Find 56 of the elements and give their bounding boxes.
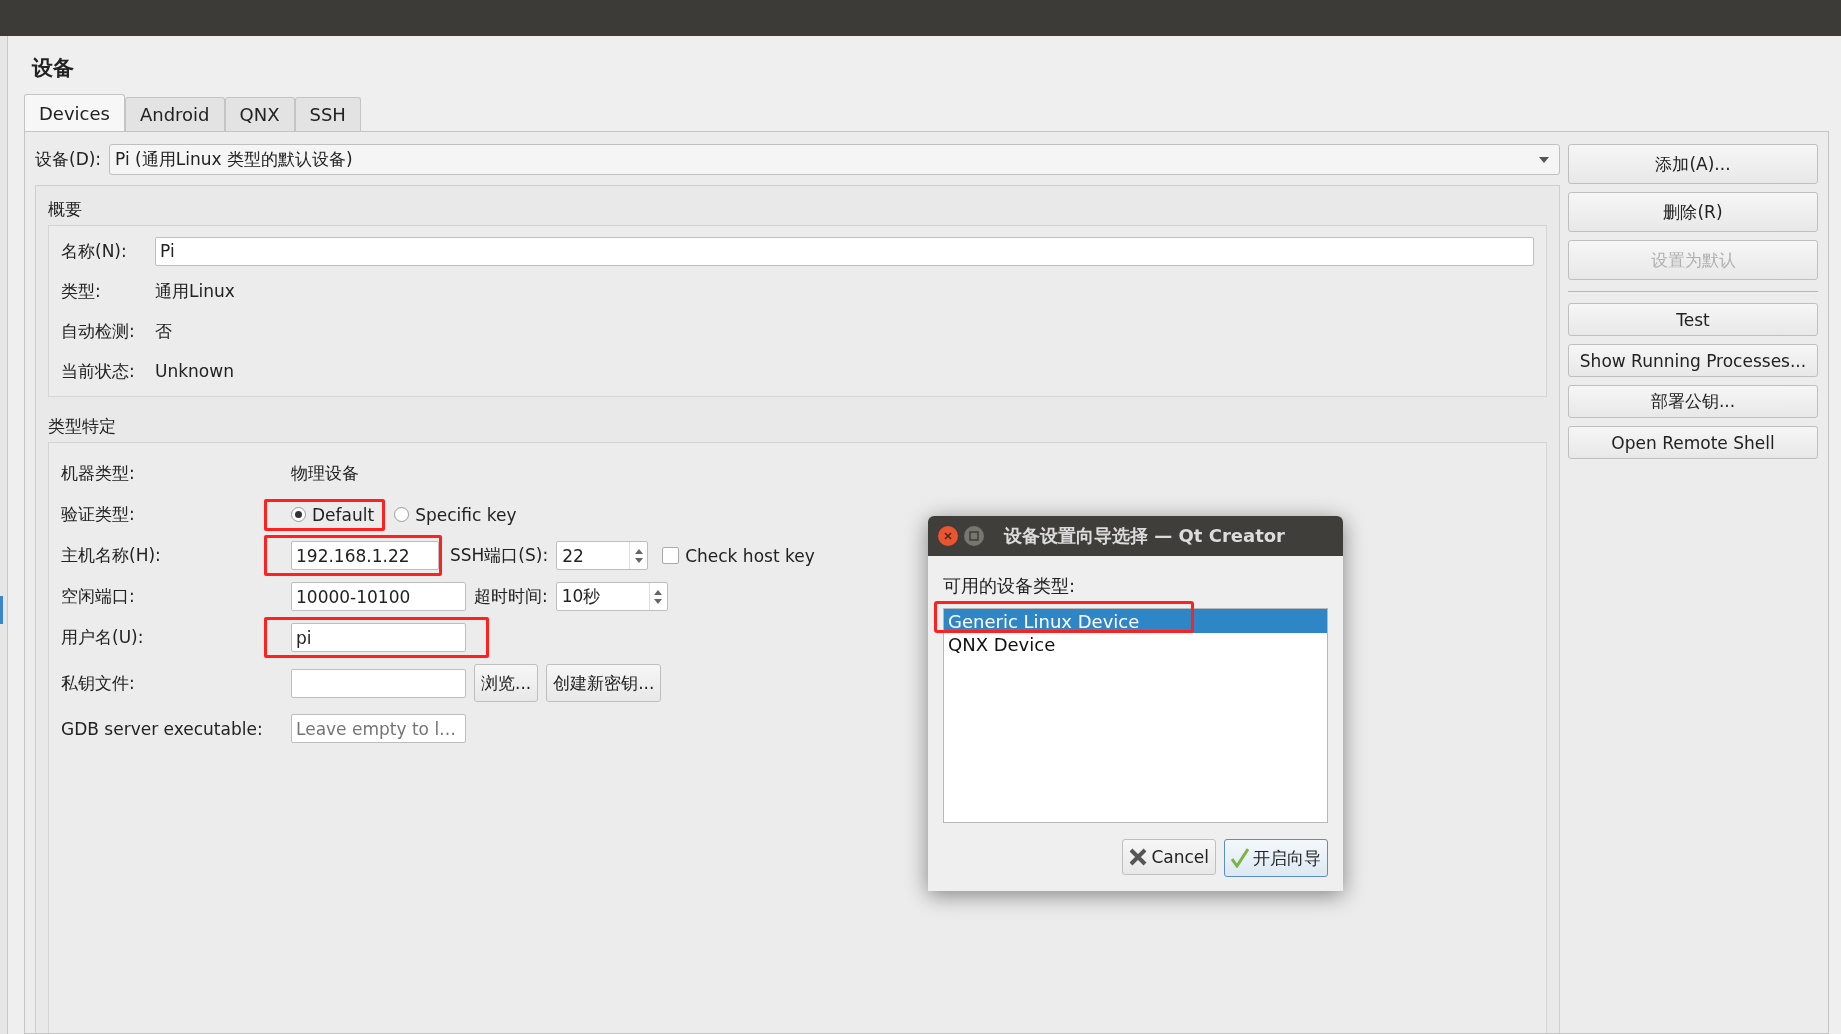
file-button[interactable]: 浏览... <box>474 664 539 702</box>
field-label: 当前状态: <box>61 359 136 383</box>
field-value: 否 <box>155 319 172 343</box>
key-file-field[interactable] <box>291 668 466 698</box>
close-icon[interactable] <box>938 526 958 546</box>
action-button[interactable]: 部署公钥... <box>1568 385 1818 418</box>
tab[interactable]: Devices <box>24 94 125 131</box>
device-label: 设备(D): <box>35 148 102 171</box>
list-item[interactable]: Generic Linux Device <box>944 609 1327 633</box>
start-wizard-button[interactable]: 开启向导 <box>1224 839 1328 877</box>
action-button[interactable]: Test <box>1568 303 1818 336</box>
timeout-spinbox[interactable]: 10秒 <box>555 582 668 611</box>
free-ports-field[interactable]: 10000-10100 <box>291 582 466 611</box>
page-title: 设备 <box>32 55 75 82</box>
list-label: 可用的设备类型: <box>943 574 1077 598</box>
device-button[interactable]: 添加(A)... <box>1568 144 1818 184</box>
action-button[interactable]: Open Remote Shell <box>1568 426 1818 459</box>
field-label: 用户名(U): <box>61 626 145 649</box>
gdb-field[interactable]: Leave empty to l… <box>291 714 466 743</box>
field-label: 名称(N): <box>61 239 128 263</box>
tab[interactable]: QNX <box>224 97 295 131</box>
action-button[interactable]: Show Running Processes... <box>1568 344 1818 377</box>
group-title: 概要 <box>48 198 83 221</box>
field-label: 主机名称(H): <box>61 544 162 567</box>
dialog-title: 设备设置向导选择 — Qt Creator <box>1004 524 1285 548</box>
cancel-button[interactable]: Cancel <box>1122 839 1216 875</box>
radio-option[interactable]: Specific key <box>394 504 517 525</box>
dropdown-arrow-icon <box>1539 156 1549 163</box>
tab[interactable]: SSH <box>294 97 361 131</box>
field-label: 私钥文件: <box>61 671 136 695</box>
field-value: 通用Linux <box>155 279 235 303</box>
field-label: 空闲端口: <box>61 585 136 608</box>
device-dropdown[interactable]: Pi (通用Linux 类型的默认设备) <box>109 144 1560 175</box>
field-label: 类型: <box>61 279 102 303</box>
device-button[interactable]: 删除(R) <box>1568 192 1818 232</box>
field-label: 自动检测: <box>61 319 136 343</box>
field-label: SSH端口(S): <box>450 544 549 567</box>
group-title: 类型特定 <box>48 415 117 438</box>
field-label: 超时时间: <box>474 585 548 608</box>
field-value: Unknown <box>155 361 234 381</box>
maximize-icon[interactable] <box>964 526 984 546</box>
check-host-key-checkbox[interactable]: Check host key <box>662 545 815 566</box>
username-field[interactable]: pi <box>291 623 466 652</box>
checkmark-icon <box>1231 848 1249 868</box>
field-label: 验证类型: <box>61 503 136 526</box>
host-field[interactable]: 192.168.1.22 <box>291 541 439 570</box>
field-label: 机器类型: <box>61 462 136 485</box>
list-item[interactable]: QNX Device <box>944 633 1327 655</box>
field-value: 物理设备 <box>291 462 359 485</box>
radio-option[interactable]: Default <box>291 504 375 525</box>
tab[interactable]: Android <box>124 97 225 131</box>
file-button[interactable]: 创建新密钥... <box>546 664 662 702</box>
port-spinbox[interactable]: 22 <box>556 541 649 570</box>
field-label: GDB server executable: <box>61 718 264 739</box>
name-field[interactable]: Pi <box>155 236 1534 266</box>
close-icon <box>1129 848 1148 866</box>
